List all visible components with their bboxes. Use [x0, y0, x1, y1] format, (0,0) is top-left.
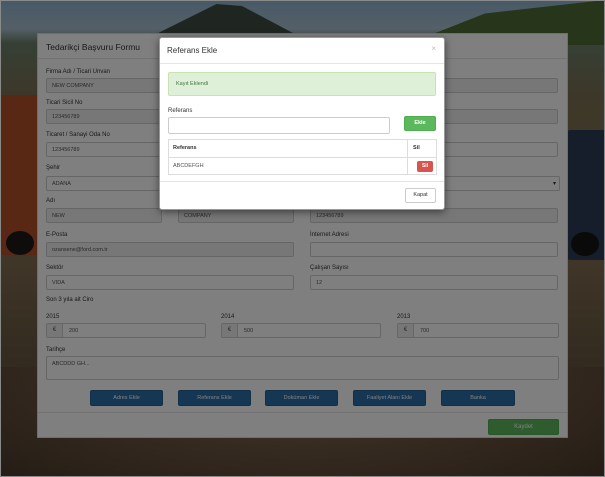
sil-button[interactable]: Sil [417, 161, 433, 172]
column-separator [407, 140, 408, 157]
column-header-referans: Referans [173, 145, 197, 151]
kapat-button[interactable]: Kapat [405, 188, 436, 203]
modal-title: Referans Ekle [167, 46, 218, 55]
referans-cell: ABCDEFGH [173, 163, 204, 169]
referans-ekle-modal: Referans Ekle × Kayıt Eklendi Referans E… [159, 37, 445, 210]
modal-footer-divider [160, 181, 444, 182]
modal-header-divider [160, 63, 444, 64]
table-row: ABCDEFGH Sil [169, 157, 436, 174]
table-header-row: Referans Sil [169, 140, 436, 157]
referans-label: Referans [168, 108, 193, 114]
success-alert: Kayıt Eklendi [168, 72, 436, 96]
ekle-button[interactable]: Ekle [404, 116, 436, 131]
success-alert-text: Kayıt Eklendi [176, 81, 209, 87]
column-separator [407, 158, 408, 174]
referans-table: Referans Sil ABCDEFGH Sil [168, 139, 437, 175]
close-icon[interactable]: × [431, 44, 436, 53]
column-header-sil: Sil [413, 145, 420, 151]
referans-input[interactable] [168, 117, 390, 134]
